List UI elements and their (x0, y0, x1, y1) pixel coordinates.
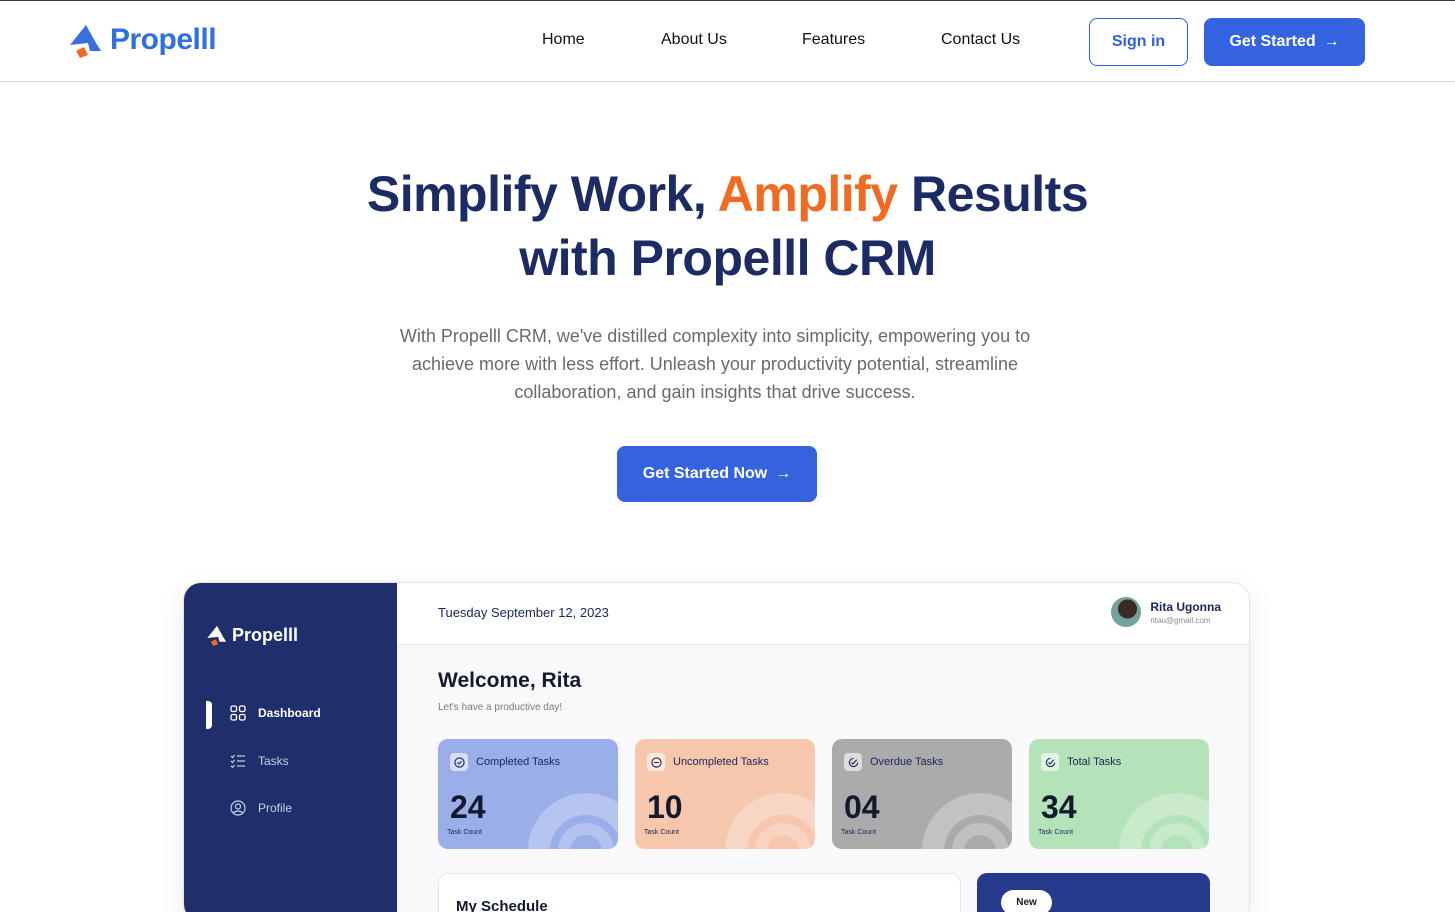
dashboard-brand-name: Propelll (232, 624, 299, 645)
card-label: Task Count (447, 829, 483, 836)
total-tasks-card[interactable]: Total Tasks 34 Task Count (1029, 739, 1209, 849)
sidebar-item-label: Tasks (258, 754, 289, 768)
get-started-now-label: Get Started Now (642, 465, 768, 482)
dashboard-sidebar: Propelll Dashboard Tasks Profile (184, 583, 397, 912)
sidebar-item-label: Dashboard (258, 706, 321, 720)
dashboard-brand: Propelll (206, 623, 298, 647)
hero-title: Simplify Work, Amplify Results with Prop… (0, 162, 1455, 290)
grid-icon (230, 705, 246, 721)
get-started-now-button[interactable]: Get Started Now → (617, 446, 817, 502)
sign-in-label: Sign in (1111, 33, 1166, 50)
card-value: 24 (450, 789, 486, 825)
hero-title-line2: with Propelll CRM (519, 230, 936, 286)
sidebar-item-label: Profile (258, 801, 293, 815)
completed-tasks-card[interactable]: Completed Tasks 24 Task Count (438, 739, 618, 849)
welcome-tagline: Let's have a productive day! (438, 702, 563, 713)
card-value: 04 (844, 789, 880, 825)
task-list-icon (230, 754, 245, 769)
sidebar-item-profile[interactable]: Profile (230, 800, 292, 816)
dashboard-preview: Propelll Dashboard Tasks Profile Tuesday… (183, 582, 1250, 912)
sidebar-item-tasks[interactable]: Tasks (230, 753, 289, 769)
nav-contact-link[interactable]: Contact Us (941, 31, 1020, 49)
card-title: Overdue Tasks (870, 756, 944, 768)
card-value: 10 (647, 789, 683, 825)
nav-about-link[interactable]: About Us (661, 31, 727, 49)
sidebar-item-dashboard[interactable]: Dashboard (230, 705, 321, 721)
card-title: Uncompleted Tasks (673, 756, 769, 768)
card-label: Task Count (1038, 829, 1074, 836)
new-badge[interactable]: New (1001, 890, 1052, 912)
user-profile[interactable]: Rita Ugonna ritau@gmail.com (1111, 597, 1221, 627)
user-circle-icon (230, 800, 246, 816)
card-label: Task Count (841, 829, 877, 836)
arrow-right-icon: → (775, 465, 792, 482)
schedule-title: My Schedule (456, 898, 548, 912)
dashboard-header: Tuesday September 12, 2023 Rita Ugonna r… (397, 583, 1249, 645)
hero-title-part2: Results (897, 166, 1089, 222)
card-value: 34 (1041, 789, 1077, 825)
current-date: Tuesday September 12, 2023 (438, 605, 609, 620)
overdue-tasks-card[interactable]: Overdue Tasks 04 Task Count (832, 739, 1012, 849)
top-navbar: Propelll Home About Us Features Contact … (0, 0, 1455, 82)
pending-circle-icon (647, 753, 665, 771)
overdue-check-icon (844, 753, 862, 771)
my-schedule-panel: My Schedule (438, 873, 961, 912)
total-check-icon (1041, 753, 1059, 771)
get-started-label: Get Started (1229, 33, 1316, 50)
uncompleted-tasks-card[interactable]: Uncompleted Tasks 10 Task Count (635, 739, 815, 849)
card-title: Completed Tasks (476, 756, 561, 768)
arrow-right-icon: → (1323, 33, 1340, 50)
active-indicator (206, 701, 212, 729)
card-label: Task Count (644, 829, 680, 836)
user-email: ritau@gmail.com (1150, 615, 1211, 625)
new-task-panel: New (977, 873, 1210, 912)
check-circle-icon (450, 753, 468, 771)
get-started-button[interactable]: Get Started → (1204, 18, 1365, 66)
propelll-logo-icon (207, 625, 227, 646)
avatar (1111, 597, 1142, 627)
hero-title-accent: Amplify (717, 166, 898, 222)
sign-in-button[interactable]: Sign in (1089, 18, 1188, 66)
hero-title-part1: Simplify Work, (366, 166, 718, 222)
hero-subtitle: With Propelll CRM, we've distilled compl… (399, 326, 1031, 402)
nav-home-link[interactable]: Home (542, 31, 585, 49)
user-name: Rita Ugonna (1150, 599, 1221, 614)
card-title: Total Tasks (1067, 756, 1122, 768)
nav-features-link[interactable]: Features (802, 31, 865, 49)
dashboard-main: Tuesday September 12, 2023 Rita Ugonna r… (397, 583, 1249, 912)
welcome-heading: Welcome, Rita (438, 669, 582, 692)
